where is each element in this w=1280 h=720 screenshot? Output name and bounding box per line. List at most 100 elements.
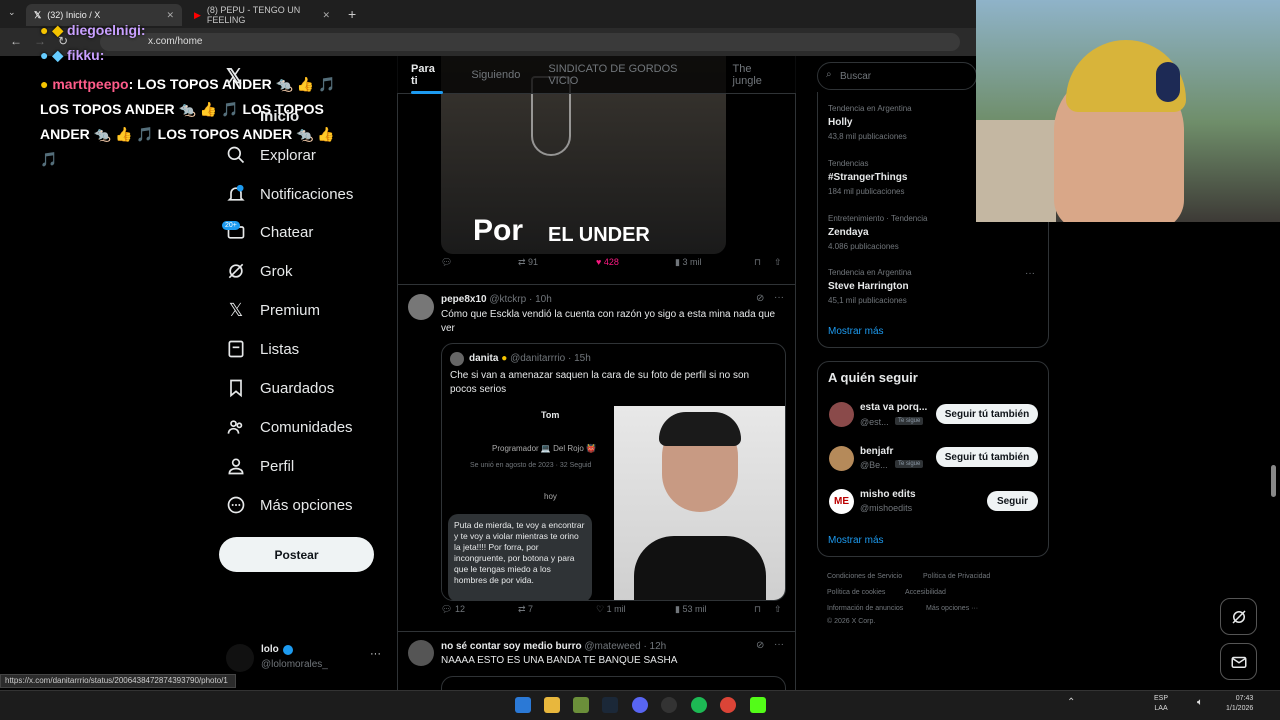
trend-more-icon[interactable]: ··· — [1025, 268, 1035, 279]
retweet-button[interactable]: ⇄ 7 — [518, 604, 533, 615]
grok-float-button[interactable] — [1220, 598, 1257, 635]
like-button[interactable]: ♡ 1 mil — [596, 604, 626, 615]
discord-icon[interactable] — [632, 697, 648, 713]
tab-label: (32) Inicio / X — [47, 10, 101, 20]
reply-icon[interactable]: 💬︎ — [441, 257, 452, 268]
like-button[interactable]: ♥ 428 — [596, 257, 619, 267]
scrollbar-thumb[interactable] — [1271, 465, 1276, 497]
steam-icon[interactable] — [602, 697, 618, 713]
tray-chevron-icon[interactable]: ⌃ — [1067, 697, 1075, 708]
close-tab-icon[interactable]: ✕ — [322, 10, 330, 21]
grok-icon[interactable]: ⊘ — [756, 640, 764, 651]
tab-following[interactable]: Siguiendo — [457, 56, 534, 94]
tab-search-icon[interactable]: ⌄ — [8, 7, 16, 18]
avatar[interactable] — [408, 294, 434, 320]
file-explorer-icon[interactable] — [544, 697, 560, 713]
grok-icon — [1231, 609, 1246, 624]
chrome-icon[interactable] — [720, 697, 736, 713]
grok-icon[interactable]: ⊘ — [756, 293, 764, 304]
follow-button[interactable]: Seguir — [987, 491, 1038, 511]
quote-tweet[interactable]: danita ● @danitarrrio · 15h Che si van a… — [441, 343, 786, 601]
retweet-button[interactable]: ⇄ 91 — [518, 257, 538, 268]
footer-link[interactable]: Más opciones ··· — [926, 605, 978, 612]
suggest-name[interactable]: benjafr — [860, 446, 893, 457]
avatar[interactable] — [408, 640, 434, 666]
hair — [659, 412, 741, 446]
nav-item-grok[interactable]: Grok — [226, 261, 293, 281]
views-stat[interactable]: ▮ 53 mil — [675, 604, 706, 615]
volume-icon[interactable]: 🔈︎ — [1197, 697, 1203, 708]
url-field[interactable]: x.com/home — [100, 33, 960, 51]
spotify-icon[interactable] — [691, 697, 707, 713]
language-indicator[interactable]: ESP LAA — [1154, 694, 1168, 714]
browser-tab-youtube[interactable]: ▶ (8) PEPU - TENGO UN FEELING ✕ — [186, 4, 338, 26]
views-stat[interactable]: ▮ 3 mil — [675, 257, 701, 268]
more-icon[interactable]: ··· — [774, 292, 784, 303]
nav-item-lists[interactable]: Listas — [226, 339, 299, 359]
webcam-beanie-logo — [1156, 62, 1180, 102]
show-more-trends[interactable]: Mostrar más — [828, 326, 884, 337]
person-icon — [228, 458, 244, 475]
trend-item[interactable]: Tendencia en Argentina Steve Harrington 45… — [828, 268, 912, 305]
share-icon[interactable]: ⇧ — [774, 604, 782, 615]
trend-item[interactable]: Tendencias #StrangerThings 184 mil publica… — [828, 159, 907, 196]
windows-start-icon[interactable] — [515, 697, 531, 713]
chat-line: 🎵 — [40, 151, 58, 167]
footer-link[interactable]: Condiciones de Servicio — [827, 573, 902, 580]
follow-back-button[interactable]: Seguir tú también — [936, 447, 1038, 467]
nav-item-premium[interactable]: 𝕏 Premium — [226, 300, 320, 321]
bookmark-icon[interactable]: ⊓ — [754, 604, 761, 615]
tab-the-jungle[interactable]: The jungle — [719, 56, 796, 94]
kick-icon[interactable] — [750, 697, 766, 713]
nav-item-communities[interactable]: Comunidades — [226, 417, 353, 437]
nav-item-bookmarks[interactable]: Guardados — [226, 378, 334, 398]
divider — [398, 284, 795, 285]
divider — [398, 631, 795, 632]
trend-item[interactable]: Entretenimiento · Tendencia Zendaya 4.086 … — [828, 214, 927, 251]
bookmark-icon[interactable]: ⊓ — [754, 257, 761, 268]
share-icon[interactable]: ⇧ — [774, 257, 782, 268]
search-input[interactable]: ⌕ Buscar — [817, 62, 977, 90]
image-caption: EL UNDER — [548, 224, 650, 246]
show-more-follow[interactable]: Mostrar más — [828, 535, 884, 546]
more-icon[interactable]: ··· — [774, 639, 784, 650]
nav-item-notifications[interactable]: Notificaciones — [226, 184, 353, 204]
app-icon[interactable] — [573, 697, 589, 713]
avatar[interactable] — [829, 402, 854, 427]
avatar[interactable]: ME — [829, 489, 854, 514]
suggest-name[interactable]: misho edits — [860, 489, 916, 500]
who-to-follow-title: A quién seguir — [828, 370, 918, 385]
nav-item-home[interactable]: Inicio — [226, 108, 299, 125]
account-switcher[interactable]: lolo @lolomorales_ ··· — [226, 642, 386, 676]
suggest-name[interactable]: esta va porq... — [860, 402, 927, 413]
new-tab-icon[interactable]: + — [348, 6, 356, 22]
status-bar-url: https://x.com/danitarrrio/status/2006438… — [0, 674, 236, 688]
dm-screenshot[interactable]: Tom Programador 💻 Del Rojo 👹 Se unió en … — [442, 406, 614, 600]
tab-for-you[interactable]: Para ti — [397, 56, 457, 94]
footer-link[interactable]: Accesibilidad — [905, 589, 946, 596]
footer-link[interactable]: Política de Privacidad — [923, 573, 990, 580]
tab-sindicato[interactable]: SINDICATO DE GORDOS VICIO — [534, 56, 718, 94]
timeline: Por EL UNDER 💬︎ ⇄ 91 ♥ 428 ▮ 3 mil ⊓ ⇧ p… — [397, 56, 796, 696]
more-circle-icon — [227, 496, 245, 514]
post-button[interactable]: Postear — [219, 537, 374, 572]
nav-item-more[interactable]: Más opciones — [226, 495, 353, 515]
nav-item-profile[interactable]: Perfil — [226, 456, 294, 476]
footer-link[interactable]: Política de cookies — [827, 589, 885, 596]
avatar — [450, 352, 464, 366]
trend-item[interactable]: Tendencia en Argentina Holly 43,8 mil publ… — [828, 104, 912, 141]
chat-badge: 20+ — [222, 221, 240, 230]
app-icon[interactable] — [661, 697, 677, 713]
clock[interactable]: 07:43 1/1/2026 — [1226, 694, 1253, 714]
avatar[interactable] — [829, 446, 854, 471]
x-logo-icon[interactable]: 𝕏 — [226, 64, 242, 89]
messages-float-button[interactable] — [1220, 643, 1257, 680]
close-tab-icon[interactable]: ✕ — [166, 10, 174, 21]
nav-item-explore[interactable]: Explorar — [226, 145, 316, 165]
footer-link[interactable]: Información de anuncios — [827, 605, 903, 612]
selfie-photo[interactable] — [614, 406, 785, 600]
back-icon[interactable]: ← — [10, 34, 22, 48]
more-icon[interactable]: ··· — [370, 648, 381, 660]
reply-button[interactable]: 💬︎ 12 — [441, 604, 465, 615]
follow-back-button[interactable]: Seguir tú también — [936, 404, 1038, 424]
